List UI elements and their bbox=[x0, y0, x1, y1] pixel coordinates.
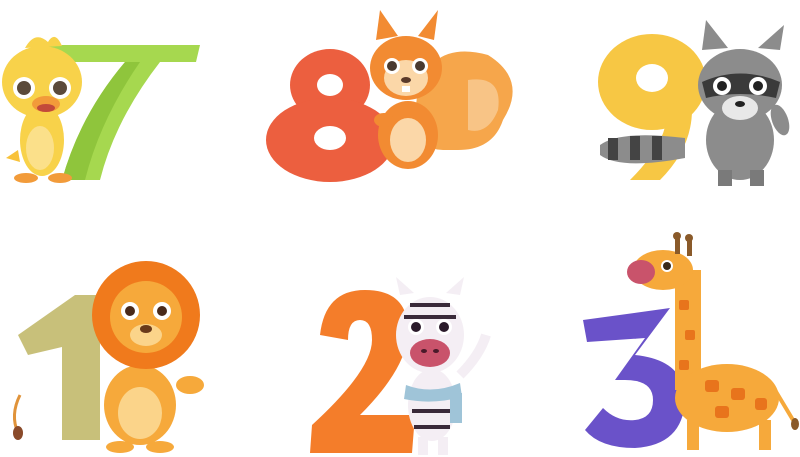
giraffe-icon bbox=[627, 232, 799, 450]
card-lion-one: 1 bbox=[0, 255, 220, 455]
card-duck-seven: 7 bbox=[0, 0, 220, 200]
card-zebra-two: 2 bbox=[300, 265, 520, 457]
card-squirrel-eight: 8 bbox=[258, 0, 538, 200]
raccoon-icon bbox=[600, 20, 790, 186]
squirrel-icon bbox=[370, 10, 513, 169]
card-giraffe-three: 3 bbox=[575, 230, 800, 457]
duck-icon bbox=[2, 36, 82, 183]
lion-icon bbox=[13, 261, 204, 453]
zebra-icon bbox=[396, 277, 491, 455]
card-raccoon-nine: 9 bbox=[590, 20, 800, 190]
